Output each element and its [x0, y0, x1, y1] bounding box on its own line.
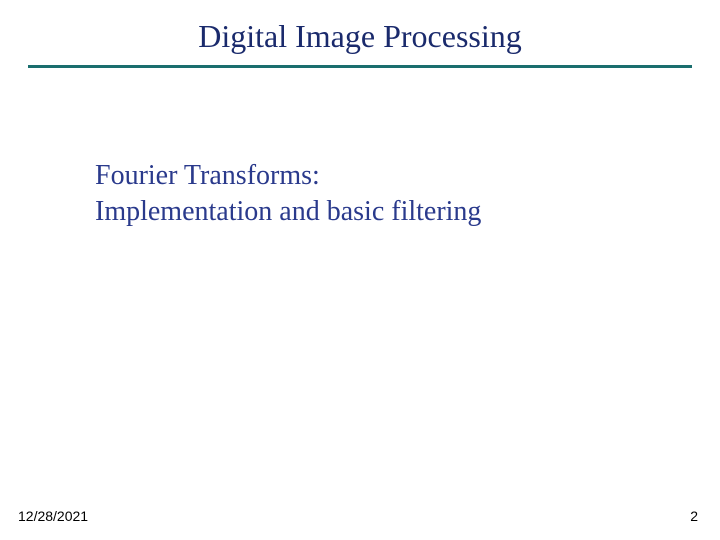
content-block: Fourier Transforms: Implementation and b…	[0, 68, 720, 231]
slide-title: Digital Image Processing	[0, 0, 720, 65]
slide-container: Digital Image Processing Fourier Transfo…	[0, 0, 720, 540]
subtitle-line-2: Implementation and basic filtering	[95, 194, 720, 230]
footer-page-number: 2	[690, 508, 698, 524]
footer-date: 12/28/2021	[18, 508, 88, 524]
subtitle-line-1: Fourier Transforms:	[95, 158, 720, 194]
